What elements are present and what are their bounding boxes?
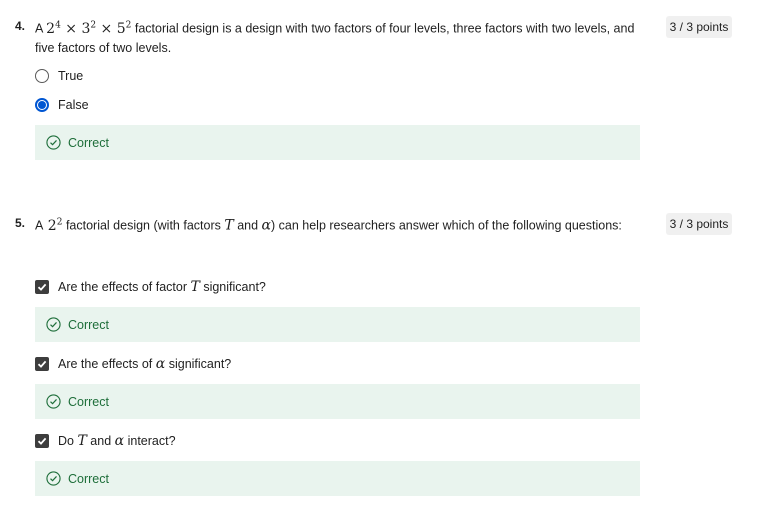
math-expression: 24 × 32 × 52 [46, 20, 132, 37]
question-text-part: factorial design (with factors [65, 218, 221, 233]
question-text-part: A [35, 21, 43, 36]
feedback-text: Correct [68, 471, 109, 486]
option-label: True [58, 69, 84, 83]
option-true[interactable]: True [35, 66, 83, 86]
radio-button-selected[interactable] [35, 98, 49, 112]
question-text: A 24 × 32 × 52 factorial design is a des… [35, 16, 645, 58]
check-circle-icon [46, 135, 61, 150]
check-circle-icon [46, 394, 61, 409]
option-false[interactable]: False [35, 95, 89, 115]
question-number: 5. [15, 216, 26, 230]
check-circle-icon [46, 471, 61, 486]
checkbox-option[interactable]: Are the effects of α significant? [35, 354, 231, 374]
checkbox-checked[interactable] [35, 357, 49, 371]
checkbox-checked[interactable] [35, 280, 49, 294]
option-label: Do T and α interact? [58, 433, 176, 449]
option-label: Are the effects of factor T significant? [58, 279, 266, 295]
feedback-correct: Correct [35, 384, 640, 419]
question-text: A 22 factorial design (with factors T an… [35, 217, 622, 234]
feedback-correct: Correct [35, 461, 640, 496]
points-badge: 3 / 3 points [666, 213, 732, 235]
feedback-correct: Correct [35, 307, 640, 342]
checkbox-option[interactable]: Are the effects of factor T significant? [35, 277, 266, 297]
question-number: 4. [15, 19, 26, 33]
feedback-text: Correct [68, 317, 109, 332]
checkbox-option[interactable]: Do T and α interact? [35, 431, 176, 451]
feedback-correct: Correct [35, 125, 640, 160]
option-label: False [58, 98, 89, 112]
feedback-text: Correct [68, 135, 109, 150]
option-label: Are the effects of α significant? [58, 356, 232, 372]
math-expression: 22 [47, 217, 63, 234]
checkbox-checked[interactable] [35, 434, 49, 448]
radio-button[interactable] [35, 69, 49, 83]
feedback-text: Correct [68, 394, 109, 409]
check-circle-icon [46, 317, 61, 332]
points-badge: 3 / 3 points [666, 16, 732, 38]
